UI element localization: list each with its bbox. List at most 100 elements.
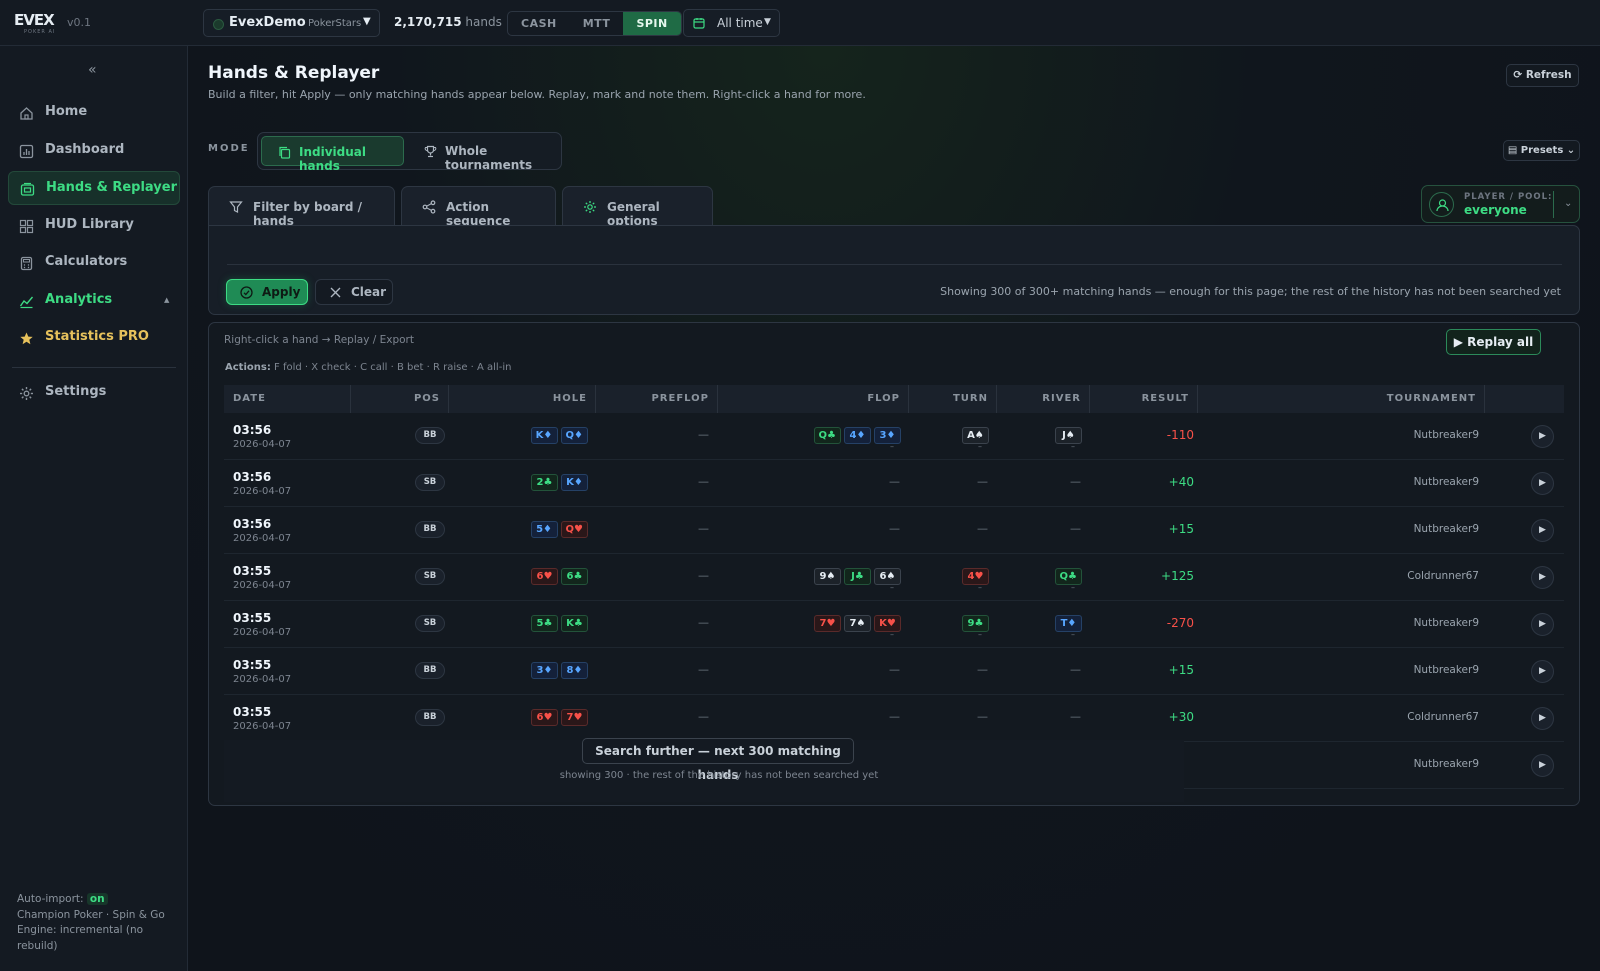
card-group: 5♣ K♣ [531, 615, 588, 632]
player-pool-selector[interactable]: PLAYER / POOL: everyone ⌄ [1421, 185, 1580, 223]
playing-card: J♠ [1055, 427, 1082, 444]
time-filter-dropdown[interactable]: All time ▼ [683, 9, 780, 37]
tab-label: Filter by board / hands [253, 200, 362, 228]
sidebar-item-hud-library[interactable]: HUD Library [8, 209, 180, 243]
collapse-sidebar-button[interactable]: « [88, 62, 97, 78]
hand-time: 03:55 [233, 658, 272, 672]
preflop-cell: — [698, 616, 709, 629]
play-hand-button[interactable]: ▶ [1531, 425, 1554, 448]
player-pool-label: PLAYER / POOL: [1464, 192, 1553, 202]
col-turn[interactable]: TURN [909, 385, 997, 413]
sidebar-item-dashboard[interactable]: Dashboard [8, 134, 180, 168]
table-row[interactable]: 03:55 2026-04-07 BB 3♦ 8♦ — — — — +15 Nutbreaker9 ▶ [224, 648, 1564, 695]
table-row[interactable]: 03:55 2026-04-07 BB 6♥ 7♥ — — — — +30 Coldrunner67… [224, 695, 1564, 742]
card-group: K♦ Q♦ [530, 427, 588, 444]
play-hand-button[interactable]: ▶ [1531, 754, 1554, 777]
sidebar-item-analytics[interactable]: Analytics ▲ [8, 284, 180, 318]
mode-individual-hands[interactable]: Individual hands [261, 136, 404, 173]
refresh-button[interactable]: ⟳ Refresh [1506, 64, 1579, 87]
table-row[interactable]: 03:56 2026-04-07 SB 2♣ K♦ — — — — +40 Nutbreaker9 ▶ [224, 460, 1564, 507]
col-flop[interactable]: FLOP [718, 385, 909, 413]
tournament-name: Nutbreaker9 [1413, 429, 1479, 441]
app-version: v0.1 [67, 16, 92, 29]
game-type-spin[interactable]: SPIN [623, 12, 681, 35]
hand-date: 2026-04-07 [233, 674, 292, 685]
site-info: Champion Poker · Spin & Go [17, 908, 165, 921]
col-preflop[interactable]: PREFLOP [596, 385, 718, 413]
tab-filter-board-hands[interactable]: Filter by board / hands [208, 186, 395, 228]
clear-label: Clear [351, 285, 387, 299]
playing-card: 3♦ [531, 662, 558, 679]
col-date[interactable]: DATE [224, 385, 351, 413]
sidebar-item-label: Analytics [45, 292, 113, 307]
playing-card: 7♠ [844, 615, 871, 632]
mode-label-text: Whole tournaments [445, 144, 533, 172]
playing-card: K♥ [874, 615, 901, 632]
search-further-button[interactable]: Search further — next 300 matching hands [582, 738, 854, 782]
sidebar-item-label: Hands & Replayer [46, 180, 178, 195]
col-hole[interactable]: HOLE [449, 385, 596, 413]
tab-action-sequence[interactable]: Action sequence [401, 186, 556, 228]
playing-card: K♦ [530, 427, 558, 444]
calendar-icon [693, 17, 705, 29]
page-title: Hands & Replayer [208, 63, 380, 83]
table-row[interactable]: 03:56 2026-04-07 BB K♦ Q♦ — Q♣ 4♦ 3♦ – A♠ – J♠ – -110 N… [224, 413, 1564, 460]
sidebar-item-calculators[interactable]: Calculators [8, 246, 180, 280]
clear-button[interactable]: Clear [315, 279, 393, 305]
col-tournament[interactable]: TOURNAMENT [1198, 385, 1485, 413]
presets-button[interactable]: ▤ Presets ⌄ [1503, 140, 1580, 161]
star-icon [19, 331, 34, 346]
legend-text: F fold · X check · C call · B bet · R ra… [274, 362, 512, 373]
tab-label: General options [607, 200, 660, 228]
calculator-icon [19, 256, 34, 271]
table-row[interactable]: 03:55 2026-04-07 SB 5♣ K♣ —7♥ 7♠ K♥ –9♣ – T♦ – -270 N… [224, 601, 1564, 648]
hand-count-value: 2,170,715 [394, 15, 462, 29]
play-hand-button[interactable]: ▶ [1531, 660, 1554, 683]
position-badge: BB [415, 427, 445, 444]
col-pos[interactable]: POS [351, 385, 449, 413]
playing-card: 2♣ [531, 474, 558, 491]
hand-time: 03:55 [233, 611, 272, 625]
sidebar-item-home[interactable]: Home [8, 96, 180, 130]
tournament-name: Nutbreaker9 [1413, 664, 1479, 676]
play-hand-button[interactable]: ▶ [1531, 613, 1554, 636]
account-name: EvexDemo [229, 15, 306, 30]
account-selector[interactable]: EvexDemo PokerStars ▼ [203, 9, 380, 37]
playing-card: Q♣ [1054, 568, 1082, 585]
table-row[interactable]: 03:55 2026-04-07 SB 6♥ 6♣ —9♠ J♣ 6♠ –4♥ – Q♣ – +125 C… [224, 554, 1564, 601]
street-tick: – [978, 442, 982, 451]
col-river[interactable]: RIVER [997, 385, 1090, 413]
playing-card: 6♥ [531, 568, 558, 585]
hand-result: +15 [1168, 663, 1194, 677]
sidebar-item-hands-replayer[interactable]: Hands & Replayer [8, 171, 180, 205]
playing-card: 4♦ [844, 427, 871, 444]
app-window: EVEX POKER AI v0.1 EvexDemo PokerStars ▼… [0, 0, 1600, 971]
tab-general-options[interactable]: General options [562, 186, 713, 228]
play-hand-button[interactable]: ▶ [1531, 707, 1554, 730]
play-hand-button[interactable]: ▶ [1531, 472, 1554, 495]
check-circle-icon [240, 286, 253, 299]
filter-panel: Apply Clear Showing 300 of 300+ matching… [208, 225, 1580, 315]
apply-button[interactable]: Apply [226, 279, 308, 305]
share-nodes-icon [422, 200, 436, 214]
game-type-mtt[interactable]: MTT [570, 12, 624, 35]
sidebar-item-statistics-pro[interactable]: Statistics PRO [8, 321, 180, 355]
col-result[interactable]: RESULT [1090, 385, 1198, 413]
sidebar-item-settings[interactable]: Settings [8, 376, 180, 410]
filter-divider [227, 264, 1562, 265]
game-type-cash[interactable]: CASH [508, 12, 570, 35]
app-logo[interactable]: EVEX POKER AI [14, 12, 58, 35]
street-tick: – [978, 583, 982, 592]
sidebar: « Home Dashboard Hands & Replayer HUD Li… [0, 46, 188, 971]
playing-card: J♣ [844, 568, 871, 585]
table-row[interactable]: 03:56 2026-04-07 BB 5♦ Q♥ — — — — +15 Nutbreaker9 ▶ [224, 507, 1564, 554]
mode-whole-tournaments[interactable]: Whole tournaments [408, 136, 560, 172]
hand-result: +30 [1168, 710, 1194, 724]
play-hand-button[interactable]: ▶ [1531, 519, 1554, 542]
chevron-down-icon: ▼ [764, 17, 771, 27]
card-group: T♦ [1055, 615, 1082, 632]
play-hand-button[interactable]: ▶ [1531, 566, 1554, 589]
replay-all-button[interactable]: ▶ Replay all [1446, 329, 1541, 355]
game-type-toggle: CASH MTT SPIN [507, 11, 682, 36]
results-panel: Right-click a hand → Replay / Export Act… [208, 322, 1580, 806]
